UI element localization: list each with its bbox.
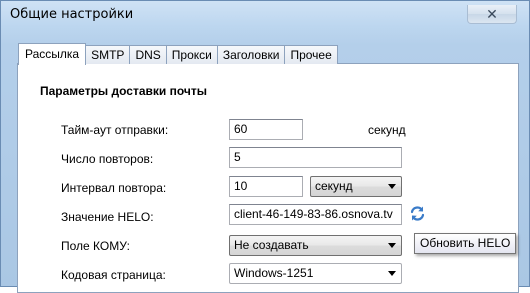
timeout-unit-label: секунд — [368, 123, 406, 137]
to-field-value: Не создавать — [234, 238, 309, 252]
tab-mailing[interactable]: Рассылка — [18, 43, 87, 65]
interval-label: Интервал повтора: — [61, 181, 167, 195]
tab-dns[interactable]: DNS — [129, 45, 167, 64]
helo-input[interactable]: client-46-149-83-86.osnova.tv — [229, 204, 402, 225]
to-field-label: Поле КОМУ: — [61, 239, 130, 253]
close-button[interactable]: ✕ — [467, 5, 517, 24]
window-title: Общие настройки — [10, 7, 134, 22]
tab-smtp[interactable]: SMTP — [85, 45, 131, 64]
codepage-select[interactable]: Windows-1251 — [229, 263, 402, 284]
interval-unit-select[interactable]: секунд — [310, 176, 402, 197]
section-title: Параметры доставки почты — [40, 84, 207, 98]
to-field-select[interactable]: Не создавать — [229, 235, 402, 256]
helo-label: Значение HELO: — [61, 210, 154, 224]
codepage-value: Windows-1251 — [234, 266, 314, 280]
codepage-label: Кодовая страница: — [61, 268, 166, 282]
chevron-down-icon — [388, 271, 396, 276]
timeout-label: Тайм-аут отправки: — [61, 123, 169, 137]
interval-unit-value: секунд — [315, 179, 353, 193]
retries-label: Число повторов: — [61, 152, 154, 166]
close-icon: ✕ — [486, 6, 498, 22]
retries-input[interactable]: 5 — [229, 147, 402, 168]
timeout-input[interactable]: 60 — [229, 119, 303, 140]
tooltip-refresh-helo: Обновить HELO — [414, 233, 517, 254]
tab-proxy[interactable]: Прокси — [165, 45, 218, 64]
tab-other[interactable]: Прочее — [284, 45, 338, 64]
refresh-icon[interactable] — [409, 205, 426, 222]
chevron-down-icon — [388, 243, 396, 248]
chevron-down-icon — [388, 184, 396, 189]
tab-headers[interactable]: Заголовки — [216, 45, 286, 64]
tab-bar: Рассылка SMTP DNS Прокси Заголовки Проче… — [18, 43, 338, 65]
interval-input[interactable]: 10 — [229, 176, 303, 197]
